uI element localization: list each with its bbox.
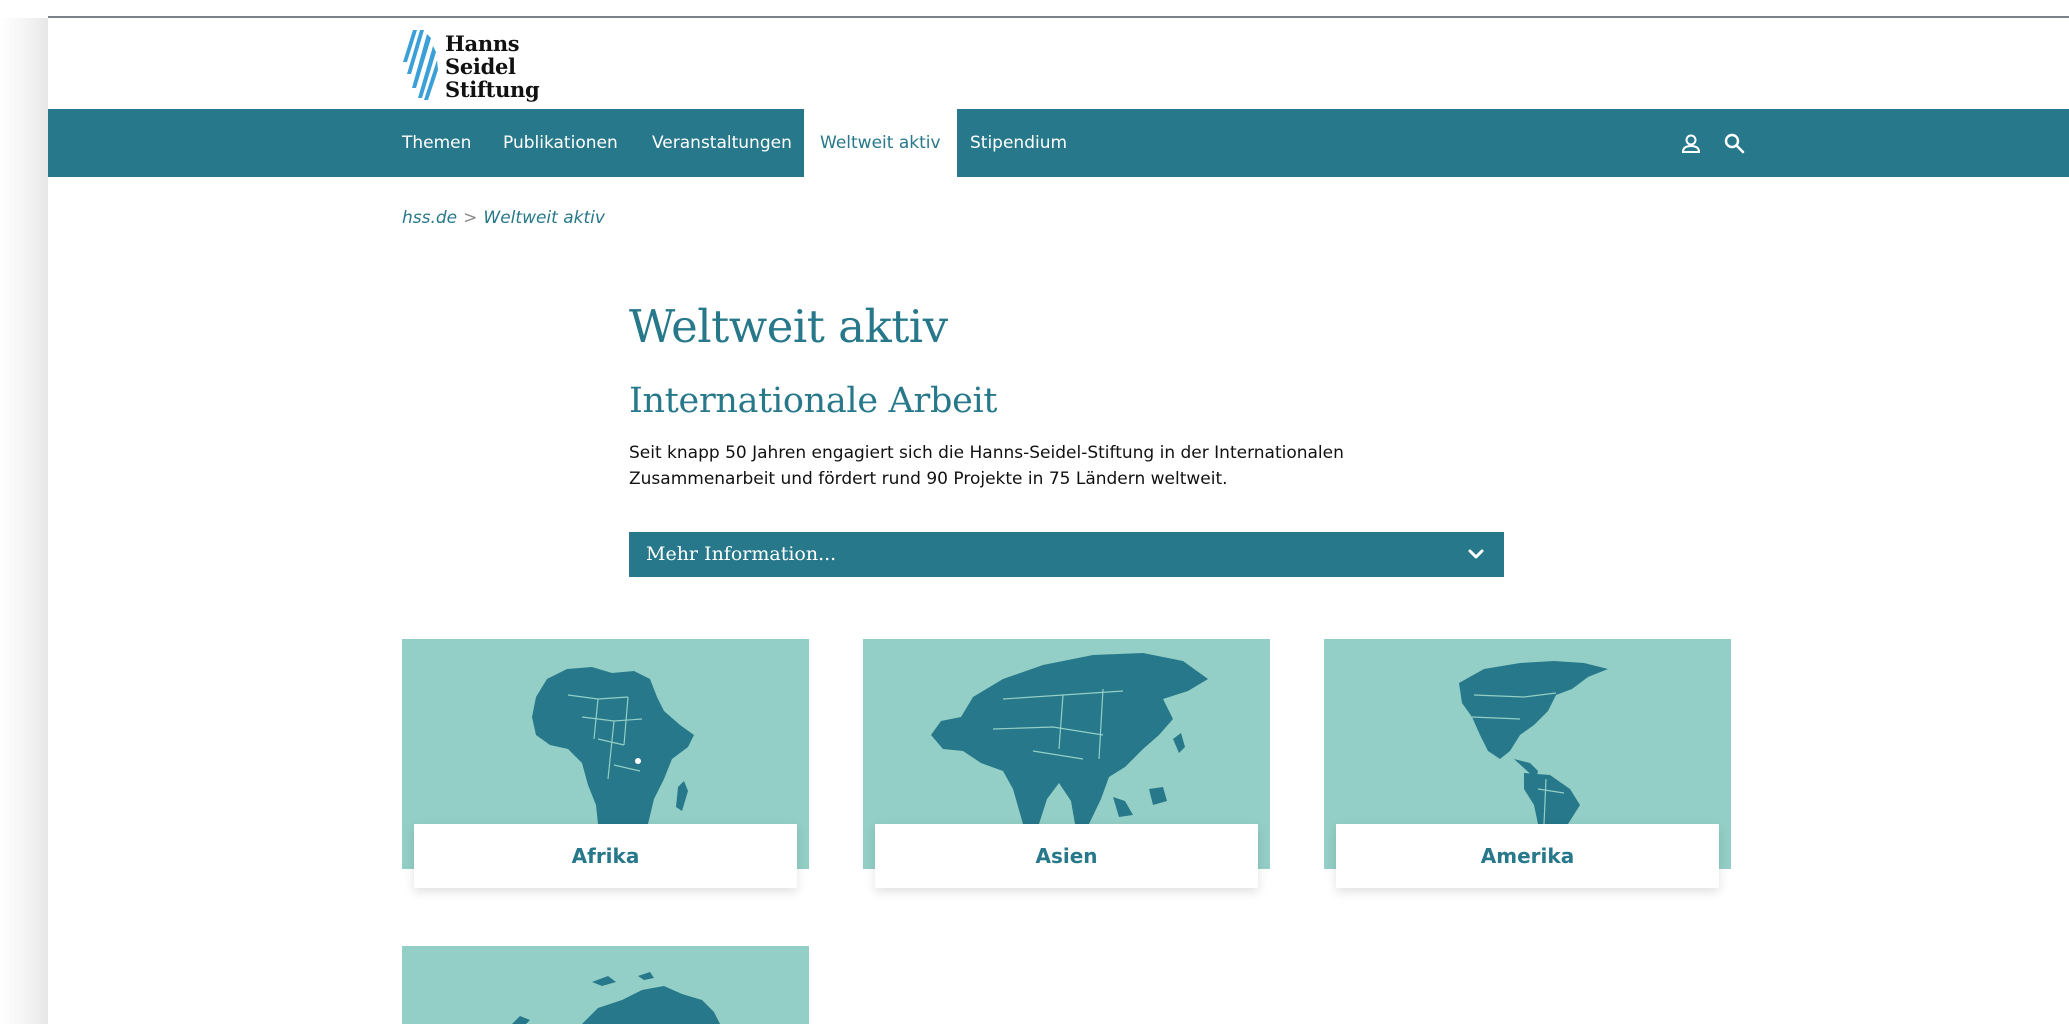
logo-wordmark: Hanns Seidel Stiftung: [445, 31, 540, 102]
chevron-down-icon: [1468, 549, 1484, 559]
region-label-asien: Asien: [875, 824, 1258, 888]
nav-item-stipendium[interactable]: Stipendium: [970, 109, 1067, 177]
section-subtitle: Internationale Arbeit: [629, 381, 998, 421]
america-map-icon: [1459, 661, 1608, 824]
region-label-amerika: Amerika: [1336, 824, 1719, 888]
page: Hanns Seidel Stiftung Themen Publikation…: [48, 18, 2069, 1024]
world-map-icon: [512, 972, 720, 1024]
breadcrumb-current[interactable]: Weltweit aktiv: [483, 208, 605, 228]
user-icon[interactable]: [1678, 131, 1704, 157]
intro-text: Seit knapp 50 Jahren engagiert sich die …: [629, 440, 1409, 492]
nav-item-veranstaltungen[interactable]: Veranstaltungen: [652, 109, 792, 177]
region-card-asien[interactable]: Asien: [863, 639, 1270, 888]
intro-line-1: Seit knapp 50 Jahren engagiert sich die …: [629, 443, 1344, 463]
main-navigation: Themen Publikationen Veranstaltungen Wel…: [48, 109, 2069, 177]
region-label-afrika: Afrika: [414, 824, 797, 888]
nav-item-themen[interactable]: Themen: [402, 109, 471, 177]
nav-item-publikationen[interactable]: Publikationen: [503, 109, 618, 177]
logo-line-3: Stiftung: [445, 77, 540, 102]
breadcrumb-home-link[interactable]: hss.de: [402, 208, 457, 228]
page-shadow: [0, 18, 48, 1024]
nav-item-weltweit-aktiv[interactable]: Weltweit aktiv: [804, 109, 957, 177]
page-title: Weltweit aktiv: [629, 300, 948, 353]
more-information-accordion[interactable]: Mehr Information...: [629, 532, 1504, 577]
search-icon[interactable]: [1722, 131, 1748, 157]
logo-link[interactable]: Hanns Seidel Stiftung: [403, 24, 543, 104]
region-card-fourth[interactable]: [402, 946, 809, 1024]
breadcrumb-separator: >: [463, 208, 478, 228]
asia-map-icon: [931, 653, 1208, 824]
region-card-afrika[interactable]: Afrika: [402, 639, 809, 888]
logo-line-2: Seidel: [445, 54, 516, 79]
logo-stripes-icon: [403, 30, 438, 100]
region-card-amerika[interactable]: Amerika: [1324, 639, 1731, 888]
accordion-label: Mehr Information...: [646, 543, 837, 565]
africa-map-icon: [532, 667, 694, 824]
breadcrumb: hss.de > Weltweit aktiv: [402, 208, 605, 228]
intro-line-2: Zusammenarbeit und fördert rund 90 Proje…: [629, 469, 1228, 489]
logo-line-1: Hanns: [445, 31, 520, 56]
